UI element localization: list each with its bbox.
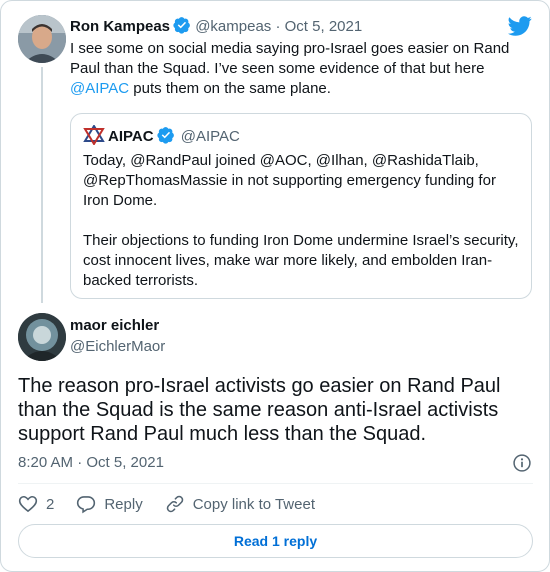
like-button[interactable]: 2 xyxy=(18,494,54,514)
main-tweet-text: The reason pro-Israel activists go easie… xyxy=(18,375,501,445)
separator: · xyxy=(275,18,281,35)
tweet-timestamp[interactable]: 8:20 AM · Oct 5, 2021 xyxy=(18,453,164,473)
main-author-handle[interactable]: @EichlerMaor xyxy=(70,337,165,357)
quoted-tweet-header: AIPAC @AIPAC xyxy=(83,125,240,147)
main-author-name[interactable]: maor eichler xyxy=(70,316,159,336)
thread-line xyxy=(41,67,43,303)
divider xyxy=(18,483,533,484)
heart-icon xyxy=(18,495,38,513)
tweet-embed-card: Ron Kampeas @kampeas · Oct 5, 2021 I see… xyxy=(0,0,550,572)
parent-tweet-header: Ron Kampeas @kampeas · Oct 5, 2021 xyxy=(70,16,362,37)
tweet-date[interactable]: Oct 5, 2021 xyxy=(285,18,363,35)
link-icon xyxy=(166,495,183,513)
copy-link-label: Copy link to Tweet xyxy=(192,495,315,513)
quoted-author-handle[interactable]: @AIPAC xyxy=(181,128,240,145)
reply-label: Reply xyxy=(104,495,143,513)
quoted-paragraph: Today, @RandPaul joined @AOC, @Ilhan, @R… xyxy=(83,152,496,209)
quoted-tweet[interactable]: AIPAC @AIPAC Today, @RandPaul joined @AO… xyxy=(70,113,532,299)
reply-icon xyxy=(77,496,96,514)
verified-badge-icon xyxy=(173,17,190,34)
verified-badge-icon xyxy=(156,127,174,144)
avatar[interactable] xyxy=(18,313,66,361)
quoted-tweet-text: Today, @RandPaul joined @AOC, @Ilhan, @R… xyxy=(83,151,523,291)
mention-link[interactable]: @AIPAC xyxy=(70,80,129,97)
author-name[interactable]: Ron Kampeas xyxy=(70,18,170,35)
aipac-logo-icon xyxy=(83,125,105,145)
parent-text-part: puts them on the same plane. xyxy=(129,80,331,97)
twitter-logo-icon[interactable] xyxy=(508,14,532,38)
quoted-paragraph: Their objections to funding Iron Dome un… xyxy=(83,232,519,289)
parent-tweet-text: I see some on social media saying pro-Is… xyxy=(70,39,525,99)
reply-button[interactable]: Reply xyxy=(76,494,143,514)
parent-text-part: I see some on social media saying pro-Is… xyxy=(70,40,510,77)
avatar[interactable] xyxy=(18,15,66,63)
action-bar: 2 Reply Copy link to Tweet xyxy=(18,493,315,515)
read-replies-button[interactable]: Read 1 reply xyxy=(18,524,533,558)
author-handle[interactable]: @kampeas xyxy=(195,18,271,35)
read-replies-label: Read 1 reply xyxy=(233,533,318,549)
like-count: 2 xyxy=(46,495,55,513)
copy-link-button[interactable]: Copy link to Tweet xyxy=(165,494,315,514)
info-icon[interactable] xyxy=(512,453,532,473)
quoted-author-name[interactable]: AIPAC xyxy=(108,128,154,145)
